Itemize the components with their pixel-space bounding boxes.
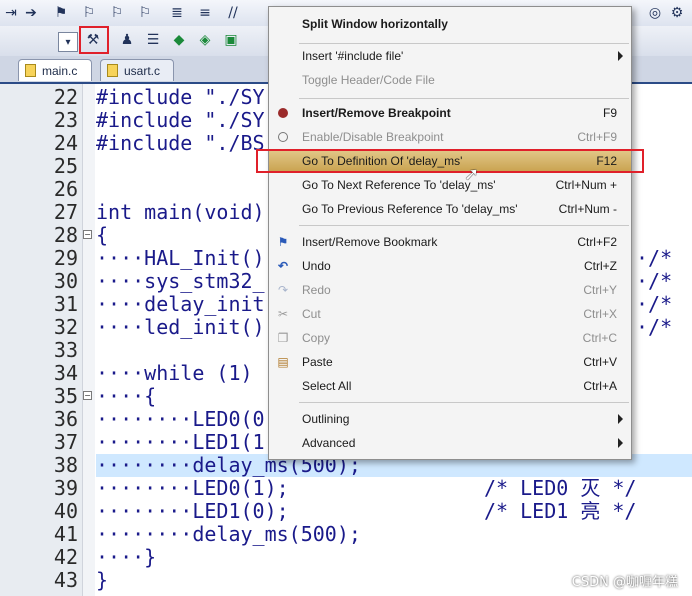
comment-icon[interactable]: // (224, 4, 242, 22)
code-line: 40 ········LED1(0);/* LED1 亮 */ (53, 499, 637, 523)
menu-item-previous-reference[interactable]: Go To Previous Reference To 'delay_ms' C… (269, 198, 631, 220)
highlight-box-go-to-definition (256, 149, 644, 173)
clear-flags-icon[interactable]: ⚐ (136, 4, 154, 22)
menu-item-outlining[interactable]: Outlining (269, 408, 631, 430)
menu-item-enable-breakpoint[interactable]: Enable/Disable Breakpoint Ctrl+F9 (269, 126, 631, 148)
menu-item-insert-include[interactable]: Insert '#include file' (269, 45, 631, 67)
menu-separator (299, 402, 629, 403)
menu-item-redo[interactable]: ↷ Redo Ctrl+Y (269, 279, 631, 301)
menu-item-copy[interactable]: ❐ Copy Ctrl+C (269, 327, 631, 349)
code-line: 42 ····} (53, 545, 157, 569)
menu-item-cut[interactable]: ✂ Cut Ctrl+X (269, 303, 631, 325)
breakpoint-outline-icon (275, 129, 291, 145)
settings-icon[interactable]: ⚙ (668, 4, 686, 22)
fold-toggle-icon[interactable]: − (83, 230, 92, 239)
c-file-icon (25, 64, 36, 77)
redo-icon: ↷ (277, 283, 289, 297)
menu-separator (299, 98, 629, 99)
highlight-box-options (79, 26, 109, 54)
submenu-arrow-icon (618, 51, 623, 61)
bookmark-flag-icon: ⚑ (277, 235, 289, 249)
dropdown-icon[interactable]: ▾ (58, 32, 78, 52)
menu-item-toggle-header[interactable]: Toggle Header/Code File (269, 69, 631, 91)
tab-label: usart.c (124, 63, 161, 78)
arrow-forward-icon[interactable]: ➔ (22, 4, 40, 22)
menu-separator (299, 43, 629, 44)
breakpoint-icon (275, 105, 291, 121)
select-packs-icon[interactable]: ◈ (196, 31, 214, 49)
undo-icon: ↶ (277, 259, 289, 273)
tab-main-c[interactable]: main.c (18, 59, 92, 81)
menu-item-select-all[interactable]: Select All Ctrl+A (269, 375, 631, 397)
c-file-icon (107, 64, 118, 77)
menu-item-advanced[interactable]: Advanced (269, 432, 631, 454)
fold-toggle-icon[interactable]: − (83, 391, 92, 400)
menu-item-next-reference[interactable]: Go To Next Reference To 'delay_ms' Ctrl+… (269, 174, 631, 196)
menu-separator (299, 225, 629, 226)
manage-components-icon[interactable]: ♟ (118, 31, 136, 49)
submenu-arrow-icon (618, 438, 623, 448)
code-line: 39 ········LED0(1);/* LED0 灭 */ (53, 476, 637, 500)
manage-runtime-icon[interactable]: ▣ (222, 31, 240, 49)
flag-next-icon[interactable]: ⚐ (108, 4, 126, 22)
pack-installer-icon[interactable]: ◆ (170, 31, 188, 49)
tab-usart-c[interactable]: usart.c (100, 59, 174, 81)
menu-item-split-window[interactable]: Split Window horizontally (269, 13, 631, 35)
mouse-cursor-icon: ➚ (464, 164, 480, 185)
outdent-icon[interactable]: ≡ (196, 4, 214, 22)
file-extensions-icon[interactable]: ☰ (144, 31, 162, 49)
arrow-right-icon[interactable]: ⇥ (2, 4, 20, 22)
menu-item-undo[interactable]: ↶ Undo Ctrl+Z (269, 255, 631, 277)
flag-icon[interactable]: ⚑ (52, 4, 70, 22)
submenu-arrow-icon (618, 414, 623, 424)
indent-icon[interactable]: ≣ (168, 4, 186, 22)
copy-icon: ❐ (277, 331, 289, 345)
context-menu: Split Window horizontally Insert '#inclu… (268, 6, 632, 460)
flag-prev-icon[interactable]: ⚐ (80, 4, 98, 22)
menu-item-paste[interactable]: ▤ Paste Ctrl+V (269, 351, 631, 373)
paste-icon: ▤ (277, 355, 289, 369)
code-line: 41 ········delay_ms(500); (53, 522, 361, 546)
watermark: CSDN @咖喱年糕 (571, 575, 678, 590)
tab-label: main.c (42, 63, 78, 78)
menu-item-bookmark[interactable]: ⚑ Insert/Remove Bookmark Ctrl+F2 (269, 231, 631, 253)
target-icon[interactable]: ◎ (646, 4, 664, 22)
menu-item-insert-breakpoint[interactable]: Insert/Remove Breakpoint F9 (269, 102, 631, 124)
cut-icon: ✂ (277, 307, 289, 321)
